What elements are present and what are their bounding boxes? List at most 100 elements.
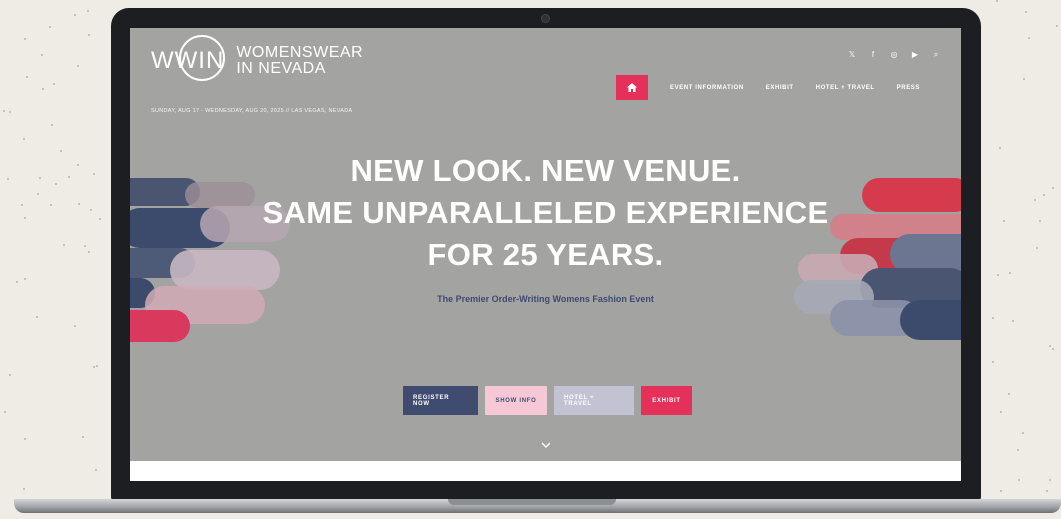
paper-speck: [87, 250, 90, 253]
nav-event-information[interactable]: EVENT INFORMATION: [670, 85, 744, 91]
paper-speck: [1036, 246, 1039, 249]
paper-speck: [1039, 219, 1042, 222]
hero-headline: NEW LOOK. NEW VENUE. SAME UNPARALLELED E…: [130, 150, 961, 276]
paper-speck: [86, 10, 89, 13]
website-screen: WWIN WOMENSWEAR IN NEVADA SUNDAY, AUG 17…: [130, 28, 961, 481]
paper-speck: [991, 360, 994, 363]
paper-speck: [1046, 490, 1049, 493]
paper-speck: [1055, 24, 1058, 27]
paper-speck: [92, 173, 95, 176]
paper-speck: [81, 436, 84, 439]
register-now-button[interactable]: REGISTER NOW: [403, 386, 478, 415]
paper-speck: [1000, 490, 1003, 493]
chevron-down-icon[interactable]: [541, 442, 551, 448]
paper-speck: [50, 124, 53, 127]
paper-speck: [74, 13, 77, 16]
paper-speck: [95, 364, 98, 367]
hero-line-1: NEW LOOK. NEW VENUE.: [350, 153, 741, 188]
paper-speck: [991, 316, 994, 319]
paper-speck: [1027, 37, 1030, 40]
logo-wordmark: WOMENSWEAR IN NEVADA: [236, 45, 363, 77]
nav-hotel-travel[interactable]: HOTEL + TRAVEL: [816, 85, 875, 91]
paper-speck: [1007, 392, 1010, 395]
paper-speck: [83, 245, 86, 248]
paper-speck: [39, 176, 42, 179]
paper-speck: [89, 208, 92, 211]
webcam-icon: [541, 14, 550, 23]
exhibit-button[interactable]: EXHIBIT: [641, 386, 692, 415]
paper-speck: [54, 182, 57, 185]
paper-speck: [1021, 431, 1024, 434]
social-links: 𝕏 f ◎ ▶ ⌕: [846, 50, 942, 60]
paper-speck: [7, 178, 10, 181]
paper-speck: [94, 469, 97, 472]
paper-speck: [87, 33, 90, 36]
show-info-button[interactable]: SHOW INFO: [485, 386, 547, 415]
instagram-icon[interactable]: ◎: [888, 50, 900, 60]
paper-speck: [99, 218, 102, 221]
paper-speck: [999, 411, 1002, 414]
paper-speck: [1052, 347, 1055, 350]
paper-speck: [23, 487, 26, 490]
logo-ring: [179, 35, 225, 81]
nav-press[interactable]: PRESS: [897, 85, 920, 91]
hero-subtitle: The Premier Order-Writing Womens Fashion…: [437, 294, 654, 304]
paper-speck: [1051, 186, 1054, 189]
paper-speck: [1049, 345, 1052, 348]
logo-line-1: WOMENSWEAR: [236, 44, 364, 61]
hero-line-2: SAME UNPARALLELED EXPERIENCE: [262, 195, 829, 230]
paper-speck: [1043, 193, 1046, 196]
youtube-icon[interactable]: ▶: [909, 50, 921, 60]
paper-speck: [41, 53, 44, 56]
paper-speck: [24, 277, 27, 280]
site-logo[interactable]: WWIN WOMENSWEAR IN NEVADA: [151, 35, 363, 81]
paper-speck: [50, 204, 53, 207]
paper-speck: [41, 88, 44, 91]
paper-speck: [3, 110, 6, 113]
paper-speck: [77, 163, 80, 166]
nav-exhibit[interactable]: EXHIBIT: [766, 85, 794, 91]
paper-speck: [60, 150, 63, 153]
paper-speck: [1012, 320, 1015, 323]
paper-speck: [48, 25, 51, 28]
hero-line-3: FOR 25 YEARS.: [427, 237, 664, 272]
facebook-icon[interactable]: f: [867, 50, 879, 60]
paper-speck: [73, 325, 76, 328]
brush-stroke: [130, 310, 190, 342]
paper-speck: [23, 37, 26, 40]
laptop-notch: [448, 499, 616, 505]
paper-speck: [23, 217, 26, 220]
paper-speck: [9, 110, 12, 113]
paper-speck: [67, 176, 70, 179]
paper-speck: [1034, 198, 1037, 201]
paper-speck: [1024, 10, 1027, 13]
search-icon[interactable]: ⌕: [930, 50, 942, 60]
brush-stroke: [900, 300, 961, 340]
paper-speck: [25, 76, 28, 79]
paper-speck: [62, 243, 65, 246]
logo-line-2: IN NEVADA: [236, 60, 326, 77]
paper-speck: [995, 0, 998, 3]
paper-speck: [1023, 78, 1026, 81]
paper-speck: [3, 411, 6, 414]
paper-speck: [23, 138, 26, 141]
paper-speck: [997, 273, 1000, 276]
paper-speck: [76, 65, 79, 68]
paper-speck: [16, 281, 19, 284]
paper-speck: [37, 192, 40, 195]
hotel-travel-button[interactable]: HOTEL + TRAVEL: [554, 386, 634, 415]
home-button[interactable]: [616, 75, 648, 100]
page-content-strip: [130, 461, 961, 481]
paper-speck: [1048, 479, 1051, 482]
paper-speck: [1009, 272, 1012, 275]
paper-speck: [21, 203, 24, 206]
event-dates: SUNDAY, AUG 17 - WEDNESDAY, AUG 20, 2025…: [151, 108, 353, 114]
paper-speck: [35, 316, 38, 319]
x-icon[interactable]: 𝕏: [846, 50, 858, 60]
paper-speck: [52, 83, 55, 86]
paper-speck: [8, 374, 11, 377]
paper-speck: [93, 365, 96, 368]
paper-speck: [23, 437, 26, 440]
paper-speck: [1018, 478, 1021, 481]
paper-speck: [78, 203, 81, 206]
